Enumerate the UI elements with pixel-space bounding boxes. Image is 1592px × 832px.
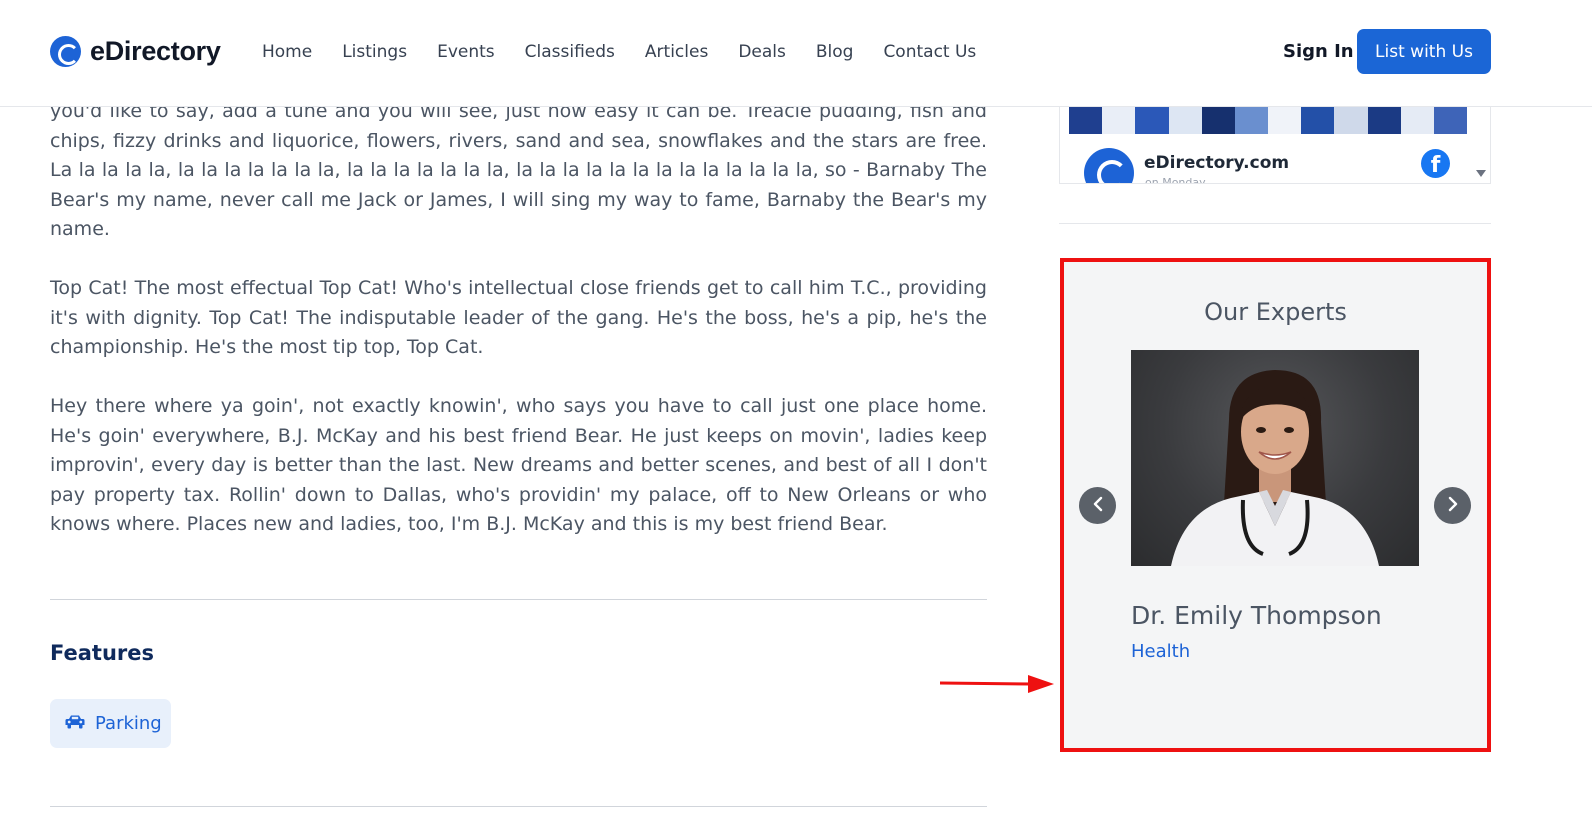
experts-title: Our Experts — [1204, 298, 1347, 326]
expert-photo[interactable] — [1131, 350, 1419, 566]
expert-category-link[interactable]: Health — [1131, 641, 1190, 662]
facebook-page-name[interactable]: eDirectory.com — [1144, 153, 1289, 173]
nav-item-contact-us[interactable]: Contact Us — [883, 42, 976, 62]
facebook-post-date: on Monday — [1145, 176, 1206, 184]
nav-item-deals[interactable]: Deals — [738, 42, 786, 62]
car-icon — [65, 714, 85, 734]
section-divider — [50, 599, 987, 600]
nav-item-articles[interactable]: Articles — [645, 42, 708, 62]
nav-item-classifieds[interactable]: Classifieds — [525, 42, 615, 62]
facebook-icon[interactable]: f — [1421, 149, 1450, 178]
carousel-next-button[interactable] — [1434, 487, 1471, 524]
site-logo[interactable]: eDirectory — [50, 36, 221, 67]
nav-item-events[interactable]: Events — [437, 42, 495, 62]
facebook-page-avatar — [1084, 148, 1134, 183]
description-paragraph: Top Cat! The most effectual Top Cat! Who… — [50, 277, 987, 358]
expert-name[interactable]: Dr. Emily Thompson — [1131, 601, 1382, 630]
description-paragraph: Hey there where ya goin', not exactly kn… — [50, 395, 987, 535]
description-paragraph: you'd like to say, add a tune and you wi… — [50, 100, 987, 240]
sign-in-link[interactable]: Sign In — [1283, 41, 1354, 62]
carousel-prev-button[interactable] — [1079, 487, 1116, 524]
nav-item-blog[interactable]: Blog — [816, 42, 854, 62]
logo-text: eDirectory — [90, 36, 221, 66]
site-header: eDirectory Home Listings Events Classifi… — [0, 0, 1592, 107]
chevron-left-icon — [1092, 496, 1104, 516]
nav-item-home[interactable]: Home — [262, 42, 312, 62]
features-heading: Features — [50, 641, 154, 665]
facebook-cover-strip — [1069, 107, 1468, 134]
feature-chip-parking: Parking — [50, 699, 171, 748]
chevron-right-icon — [1447, 496, 1459, 516]
scroll-down-icon[interactable] — [1476, 170, 1486, 177]
our-experts-widget: Our Experts Dr. Emily Thompson Health — [1060, 258, 1491, 752]
list-with-us-button[interactable]: List with Us — [1357, 29, 1491, 74]
sidebar-divider — [1059, 223, 1491, 224]
section-divider — [50, 806, 987, 807]
annotation-arrow — [939, 673, 1056, 699]
nav-item-listings[interactable]: Listings — [342, 42, 407, 62]
edirectory-logo-icon — [50, 36, 81, 67]
feature-label: Parking — [95, 713, 162, 734]
main-nav: Home Listings Events Classifieds Article… — [262, 42, 976, 62]
listing-description: you'd like to say, add a tune and you wi… — [50, 97, 987, 569]
